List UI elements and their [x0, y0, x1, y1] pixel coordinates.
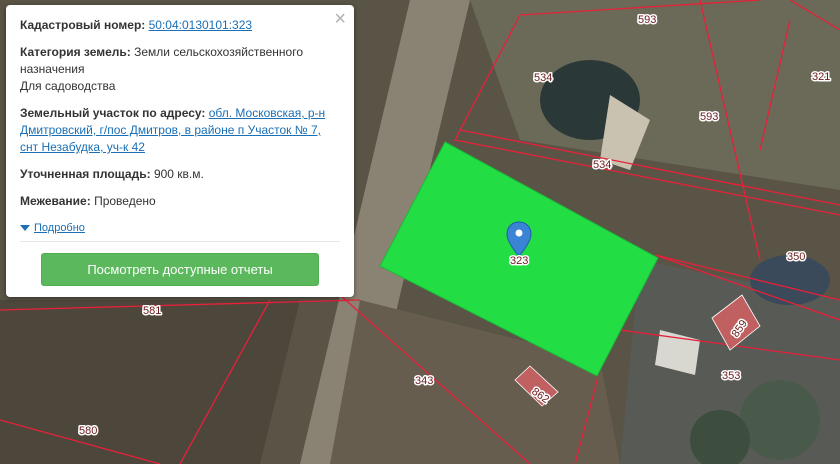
close-icon[interactable]: × [334, 9, 346, 29]
survey-row: Межевание: Проведено [20, 193, 340, 210]
parcel-label: 593 [638, 14, 656, 26]
divider [20, 241, 340, 242]
land-category-row: Категория земель: Земли сельскохозяйстве… [20, 44, 340, 95]
parcel-label: 323 [510, 255, 528, 267]
area-value: 900 кв.м. [153, 167, 204, 181]
parcel-label: 321 [812, 71, 830, 83]
area-row: Уточненная площадь: 900 кв.м. [20, 166, 340, 183]
parcel-label: 534 [534, 72, 552, 84]
tree [740, 380, 820, 460]
parcel-label: 343 [415, 375, 433, 387]
address-row: Земельный участок по адресу: обл. Москов… [20, 105, 340, 156]
parcel-label: 534 [593, 159, 611, 171]
land-patch [0, 300, 300, 464]
parcel-label: 581 [143, 305, 161, 317]
address-label: Земельный участок по адресу: [20, 106, 206, 120]
survey-value: Проведено [94, 194, 156, 208]
cadastral-number-link[interactable]: 50:04:0130101:323 [149, 18, 252, 32]
land-use-value: Для садоводства [20, 79, 116, 93]
land-category-label: Категория земель: [20, 45, 131, 59]
parcel-label: 350 [787, 251, 805, 263]
parcel-info-popup: × Кадастровый номер: 50:04:0130101:323 К… [6, 5, 354, 297]
caret-down-icon [20, 225, 30, 231]
parcel-label: 353 [722, 370, 740, 382]
parcel-label: 593 [700, 111, 718, 123]
cadastral-number-row: Кадастровый номер: 50:04:0130101:323 [20, 17, 340, 34]
details-link[interactable]: Подробно [34, 222, 85, 234]
view-reports-button[interactable]: Посмотреть доступные отчеты [41, 253, 319, 286]
survey-label: Межевание: [20, 194, 91, 208]
parcel-label: 580 [79, 425, 97, 437]
details-toggle[interactable]: Подробно [20, 222, 85, 234]
area-label: Уточненная площадь: [20, 167, 151, 181]
cadastral-number-label: Кадастровый номер: [20, 18, 146, 32]
